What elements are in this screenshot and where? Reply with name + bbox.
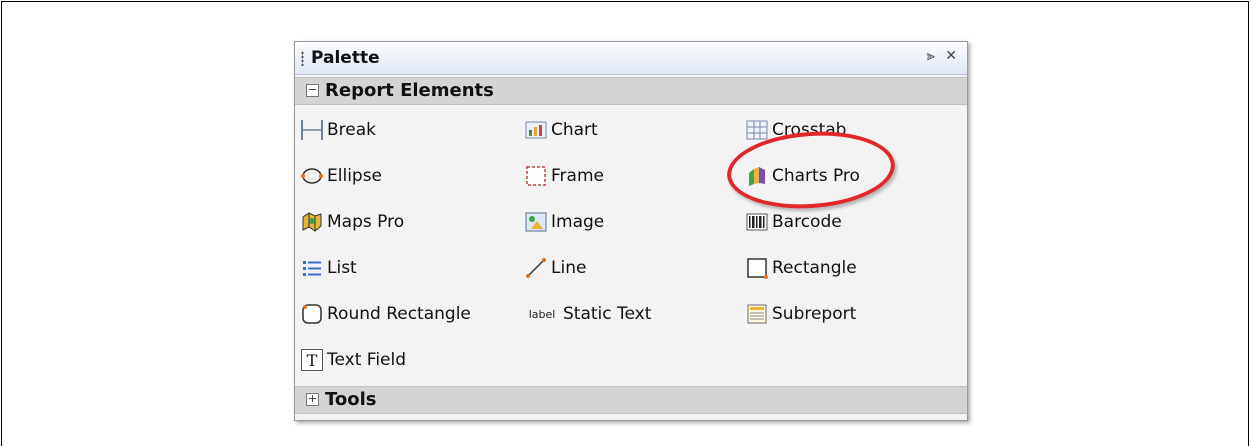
palette-item-text-field[interactable]: T Text Field	[301, 345, 406, 375]
item-label: Break	[327, 120, 376, 140]
section-report-elements[interactable]: − Report Elements	[295, 77, 967, 105]
item-label: Frame	[551, 166, 604, 186]
palette-item-chart[interactable]: Chart	[525, 115, 598, 145]
static-text-icon: label	[528, 307, 556, 321]
palette-item-ellipse[interactable]: Ellipse	[301, 161, 382, 191]
expand-icon[interactable]: +	[306, 393, 319, 406]
close-icon[interactable]: ✕	[945, 48, 957, 64]
minimize-icon[interactable]: ⫸	[927, 48, 935, 64]
frame-icon	[525, 165, 547, 187]
item-label: Text Field	[327, 350, 407, 370]
palette-title-bar[interactable]: Palette ⫸ ✕	[295, 42, 967, 75]
item-label: Round Rectangle	[327, 304, 471, 324]
palette-item-list[interactable]: List	[301, 253, 357, 283]
line-icon	[525, 257, 547, 279]
palette-item-line[interactable]: Line	[525, 253, 586, 283]
palette-item-break[interactable]: Break	[301, 115, 376, 145]
palette-item-maps-pro[interactable]: Maps Pro	[301, 207, 404, 237]
palette-item-static-text[interactable]: label Static Text	[525, 299, 652, 329]
list-icon	[301, 257, 323, 279]
palette-panel: Palette ⫸ ✕ − Report Elements Break Char…	[294, 41, 968, 421]
item-label: Chart	[551, 120, 598, 140]
break-icon	[301, 119, 323, 141]
palette-item-barcode[interactable]: Barcode	[746, 207, 842, 237]
item-label: Barcode	[772, 212, 842, 232]
collapse-icon[interactable]: −	[306, 84, 319, 97]
chart-icon	[525, 119, 547, 141]
item-label: Subreport	[772, 304, 857, 324]
section-label: Tools	[325, 389, 377, 410]
palette-item-frame[interactable]: Frame	[525, 161, 604, 191]
item-label: Line	[551, 258, 587, 278]
palette-item-image[interactable]: Image	[525, 207, 604, 237]
subreport-icon	[746, 303, 768, 325]
palette-item-subreport[interactable]: Subreport	[746, 299, 856, 329]
item-label: Ellipse	[327, 166, 383, 186]
rectangle-icon	[746, 257, 768, 279]
maps-pro-icon	[301, 211, 323, 233]
palette-title: Palette	[311, 48, 380, 68]
item-label: Image	[551, 212, 605, 232]
text-field-icon: T	[301, 349, 323, 371]
image-icon	[525, 211, 547, 233]
round-rectangle-icon	[301, 303, 323, 325]
palette-item-rectangle[interactable]: Rectangle	[746, 253, 857, 283]
item-label: Maps Pro	[327, 212, 405, 232]
item-label: Rectangle	[772, 258, 857, 278]
palette-item-round-rectangle[interactable]: Round Rectangle	[301, 299, 471, 329]
crosstab-icon	[746, 119, 768, 141]
section-tools[interactable]: + Tools	[295, 386, 967, 414]
item-label: List	[327, 258, 357, 278]
barcode-icon	[746, 211, 768, 233]
ellipse-icon	[301, 165, 323, 187]
section-label: Report Elements	[325, 80, 494, 101]
item-label: Static Text	[563, 304, 652, 324]
drag-grip-icon[interactable]	[301, 51, 304, 66]
